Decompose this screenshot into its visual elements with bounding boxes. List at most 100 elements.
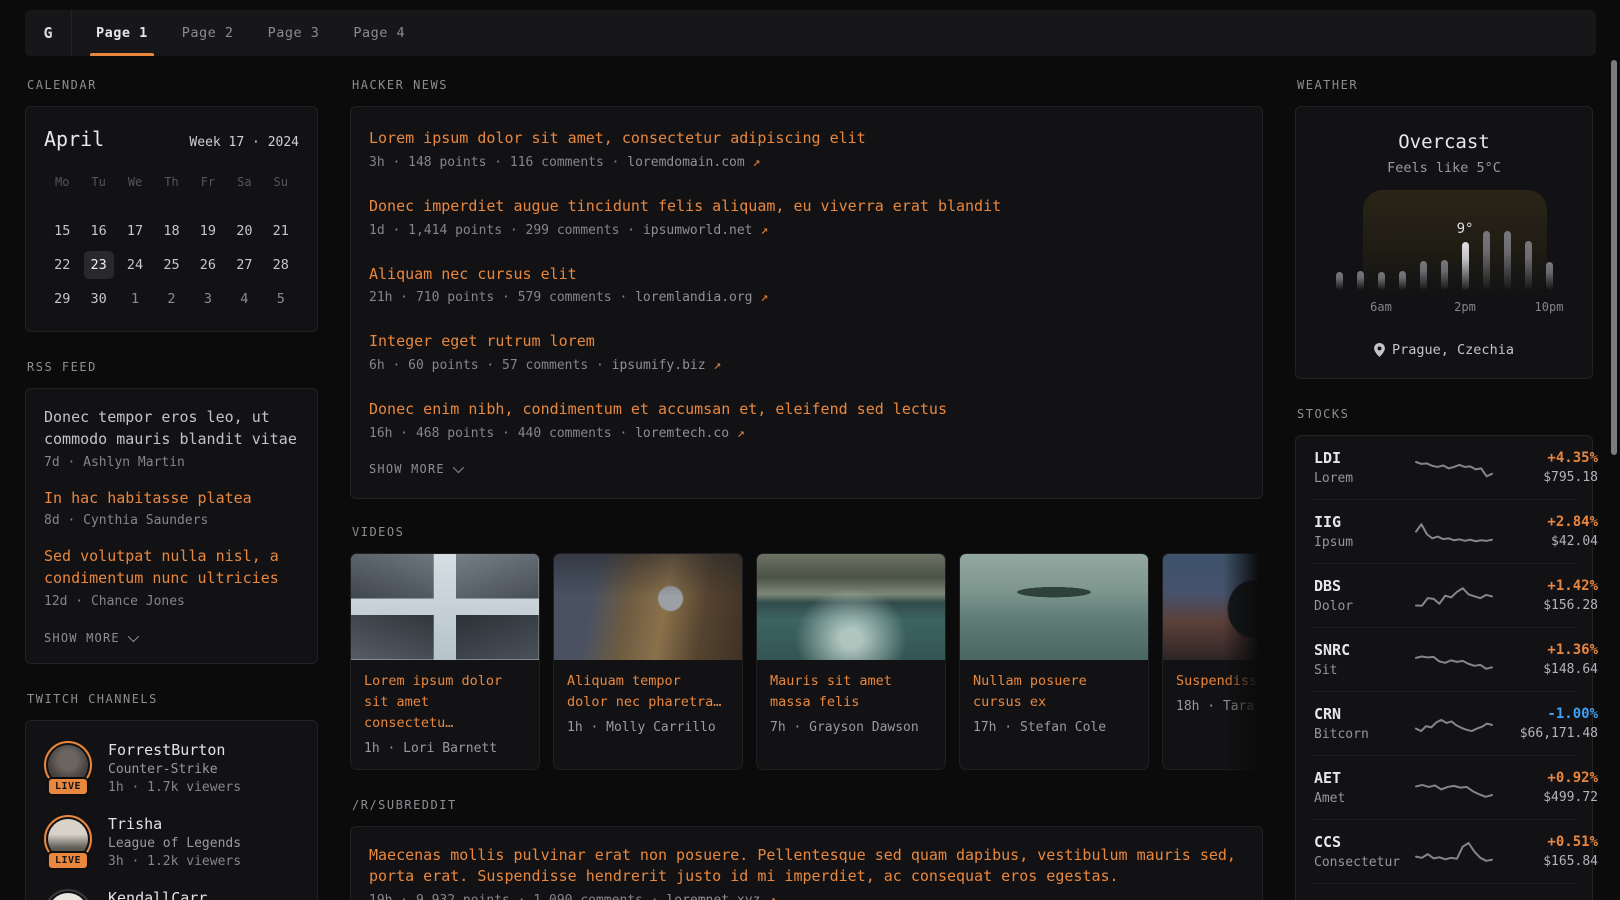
video-thumbnail[interactable] (757, 554, 945, 660)
calendar-day: 16 (84, 217, 114, 245)
hn-story-title[interactable]: Lorem ipsum dolor sit amet, consectetur … (369, 128, 1244, 150)
twitch-widget: LIVE ForrestBurton Counter-Strike 1h · 1… (25, 720, 318, 900)
weather-section-label: WEATHER (1297, 78, 1591, 92)
temperature-column (1350, 266, 1371, 290)
calendar-day: 23 (84, 251, 114, 279)
temperature-column (1392, 266, 1413, 290)
stock-symbol[interactable]: DBS (1314, 577, 1406, 595)
video-thumbnail[interactable] (554, 554, 742, 660)
hn-story-meta: 1d · 1,414 points · 299 comments · ipsum… (369, 223, 1244, 238)
video-title[interactable]: Mauris sit amet massa felis (770, 671, 932, 713)
subreddit-widget: Maecenas mollis pulvinar erat non posuer… (350, 826, 1263, 900)
external-link-icon: ↗ (737, 426, 745, 441)
rss-item[interactable]: Sed volutpat nulla nisl, a condimentum n… (44, 546, 299, 609)
video-author: 7h · Grayson Dawson (770, 720, 932, 735)
stock-symbol[interactable]: LDI (1314, 449, 1406, 467)
stock-row[interactable]: SNRC Sit +1.36% $148.64 (1312, 627, 1576, 691)
stock-sparkline (1416, 645, 1492, 675)
stock-row[interactable]: CRN Bitcorn -1.00% $66,171.48 (1312, 691, 1576, 755)
stock-price: $165.84 (1502, 854, 1598, 869)
reddit-post[interactable]: Maecenas mollis pulvinar erat non posuer… (369, 845, 1244, 900)
rss-item-title[interactable]: In hac habitasse platea (44, 488, 299, 510)
video-card[interactable]: Nullam posuere cursus ex 17h · Stefan Co… (959, 553, 1149, 770)
twitch-channel[interactable]: LIVE Trisha League of Legends 3h · 1.2k … (44, 815, 299, 869)
page-scrollbar-thumb[interactable] (1611, 60, 1617, 455)
video-title[interactable]: Lorem ipsum dolor sit amet consectetu… (364, 671, 526, 734)
hn-story-title[interactable]: Donec imperdiet augue tincidunt felis al… (369, 196, 1244, 218)
hn-story-domain[interactable]: ipsumworld.net (643, 223, 753, 238)
calendar-day: 30 (84, 285, 114, 313)
page-tab[interactable]: Page 4 (351, 10, 407, 56)
current-temp-label: 9° (1457, 221, 1474, 237)
weather-condition: Overcast (1312, 131, 1576, 153)
rss-show-more-button[interactable]: SHOW MORE (44, 629, 136, 649)
stock-symbol[interactable]: CCS (1314, 833, 1406, 851)
channel-name[interactable]: Trisha (108, 815, 241, 833)
reddit-post-title[interactable]: Maecenas mollis pulvinar erat non posuer… (369, 845, 1244, 889)
twitch-channel[interactable]: LIVE KendallCarr (44, 889, 299, 900)
hn-story-title[interactable]: Aliquam nec cursus elit (369, 264, 1244, 286)
stock-symbol[interactable]: IIG (1314, 513, 1406, 531)
channel-name[interactable]: KendallCarr (108, 889, 207, 900)
rss-item[interactable]: Donec tempor eros leo, ut commodo mauris… (44, 407, 299, 470)
twitch-channel[interactable]: LIVE ForrestBurton Counter-Strike 1h · 1… (44, 741, 299, 795)
page-tab[interactable]: Page 3 (266, 10, 322, 56)
video-title[interactable]: Suspendisse diam (1176, 671, 1263, 692)
page-tab[interactable]: Page 2 (180, 10, 236, 56)
stock-row[interactable]: CCS Consectetur +0.51% $165.84 (1312, 819, 1576, 883)
stock-row[interactable]: AHS +0.46% (1312, 883, 1576, 900)
hour-label: 10pm (1535, 300, 1564, 314)
stock-row[interactable]: DBS Dolor +1.42% $156.28 (1312, 563, 1576, 627)
stock-row[interactable]: LDI Lorem +4.35% $795.18 (1312, 436, 1576, 499)
stock-price: $156.28 (1502, 598, 1598, 613)
hn-story[interactable]: Integer eget rutrum lorem 6h · 60 points… (369, 318, 1244, 386)
hn-story-title[interactable]: Integer eget rutrum lorem (369, 331, 1244, 353)
video-card[interactable]: Mauris sit amet massa felis 7h · Grayson… (756, 553, 946, 770)
video-author: 17h · Stefan Cole (973, 720, 1135, 735)
video-thumbnail[interactable] (351, 554, 539, 660)
rss-item-title[interactable]: Sed volutpat nulla nisl, a condimentum n… (44, 546, 299, 590)
app-logo[interactable]: G (25, 10, 72, 56)
stock-row[interactable]: IIG Ipsum +2.84% $42.04 (1312, 499, 1576, 563)
hn-story-domain[interactable]: loremtech.co (635, 426, 729, 441)
stock-symbol[interactable]: SNRC (1314, 641, 1406, 659)
calendar-day: 2 (156, 285, 186, 313)
page-tabs: Page 1 Page 2 Page 3 Page 4 (72, 10, 407, 56)
video-card[interactable]: Lorem ipsum dolor sit amet consectetu… 1… (350, 553, 540, 770)
hn-story-title[interactable]: Donec enim nibh, condimentum et accumsan… (369, 399, 1244, 421)
calendar-day: 4 (229, 285, 259, 313)
video-title[interactable]: Nullam posuere cursus ex (973, 671, 1135, 713)
stock-name: Lorem (1314, 471, 1406, 486)
show-more-label: SHOW MORE (44, 631, 120, 645)
video-title[interactable]: Aliquam tempor dolor nec pharetra… (567, 671, 729, 713)
stock-row[interactable]: AET Amet +0.92% $499.72 (1312, 755, 1576, 819)
hn-story[interactable]: Lorem ipsum dolor sit amet, consectetur … (369, 115, 1244, 183)
rss-item-title[interactable]: Donec tempor eros leo, ut commodo mauris… (44, 407, 299, 451)
temp-bar (1504, 231, 1511, 290)
hn-story[interactable]: Donec enim nibh, condimentum et accumsan… (369, 386, 1244, 454)
hn-story-domain[interactable]: loremlandia.org (635, 290, 752, 305)
stock-symbol[interactable]: CRN (1314, 705, 1406, 723)
right-column: WEATHER Overcast Feels like 5°C (1295, 70, 1593, 900)
hn-story-domain[interactable]: loremdomain.com (627, 155, 744, 170)
channel-name[interactable]: ForrestBurton (108, 741, 241, 759)
video-card[interactable]: Suspendisse diam 18h · Tara (1162, 553, 1263, 770)
rss-item[interactable]: In hac habitasse platea 8d · Cynthia Sau… (44, 488, 299, 529)
reddit-post-meta: 19h · 9,932 points · 1,090 comments · lo… (369, 893, 1244, 900)
reddit-post-domain[interactable]: loremnet.xyz (666, 893, 760, 900)
hn-story-domain[interactable]: ipsumify.biz (612, 358, 706, 373)
video-card[interactable]: Aliquam tempor dolor nec pharetra… 1h · … (553, 553, 743, 770)
video-thumbnail[interactable] (1163, 554, 1263, 660)
stock-name: Bitcorn (1314, 727, 1406, 742)
video-thumbnail[interactable] (960, 554, 1148, 660)
stock-symbol[interactable]: AET (1314, 769, 1406, 787)
external-link-icon: ↗ (760, 290, 768, 305)
calendar-day: 28 (266, 251, 296, 279)
page-tab[interactable]: Page 1 (94, 10, 150, 56)
hn-show-more-button[interactable]: SHOW MORE (369, 454, 461, 488)
videos-carousel: Lorem ipsum dolor sit amet consectetu… 1… (350, 553, 1263, 770)
stock-sparkline (1416, 517, 1492, 547)
hn-story[interactable]: Donec imperdiet augue tincidunt felis al… (369, 183, 1244, 251)
calendar-day: 24 (120, 251, 150, 279)
hn-story[interactable]: Aliquam nec cursus elit 21h · 710 points… (369, 251, 1244, 319)
